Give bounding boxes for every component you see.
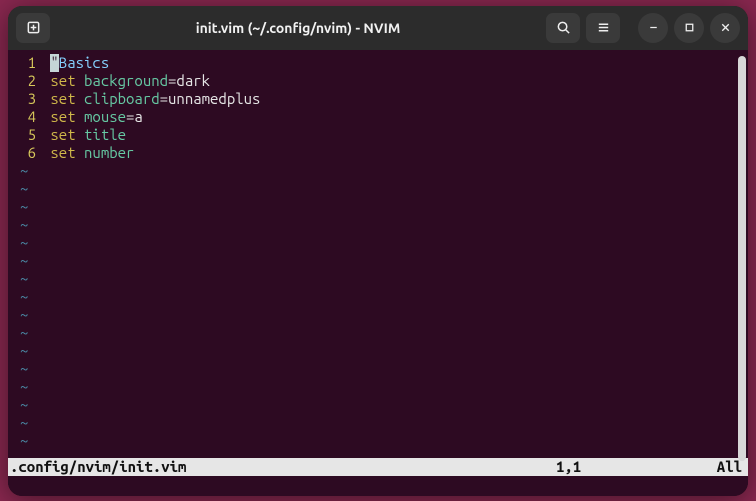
token-text: [76, 126, 84, 144]
maximize-button[interactable]: [674, 13, 704, 43]
token-comment: Basics: [59, 54, 109, 72]
token-keyword: set: [50, 72, 75, 90]
window-title: init.vim (~/.config/nvim) - NVIM: [56, 20, 540, 36]
empty-line: ~: [8, 216, 748, 234]
line-number: 2: [8, 72, 42, 90]
status-bar: .config/nvim/init.vim 1,1 All: [8, 458, 748, 476]
line-number: 5: [8, 126, 42, 144]
token-text: [76, 108, 84, 126]
close-button[interactable]: [710, 13, 740, 43]
new-tab-button[interactable]: [16, 13, 50, 43]
token-option: mouse: [84, 108, 126, 126]
empty-line: ~: [8, 162, 748, 180]
empty-line: ~: [8, 324, 748, 342]
scrollbar[interactable]: [738, 56, 746, 461]
titlebar: init.vim (~/.config/nvim) - NVIM: [8, 6, 748, 50]
empty-line: ~: [8, 180, 748, 198]
token-keyword: set: [50, 144, 75, 162]
empty-line: ~: [8, 432, 748, 450]
empty-line: ~: [8, 288, 748, 306]
search-button[interactable]: [546, 13, 580, 43]
empty-line: ~: [8, 270, 748, 288]
editor-content[interactable]: 1 "Basics2 set background=dark3 set clip…: [8, 50, 748, 458]
empty-line: ~: [8, 234, 748, 252]
token-text: [76, 90, 84, 108]
command-line[interactable]: [8, 476, 748, 496]
empty-line: ~: [8, 396, 748, 414]
code-line[interactable]: 4 set mouse=a: [8, 108, 748, 126]
terminal-window: init.vim (~/.config/nvim) - NVIM 1 "Basi…: [8, 6, 748, 496]
token-option: number: [84, 144, 134, 162]
empty-line: ~: [8, 306, 748, 324]
empty-line: ~: [8, 252, 748, 270]
token-cursor: ": [50, 54, 58, 72]
token-keyword: set: [50, 108, 75, 126]
empty-line: ~: [8, 378, 748, 396]
status-file-path: .config/nvim/init.vim: [8, 458, 556, 476]
line-number: 1: [8, 54, 42, 72]
token-text: =unnamedplus: [160, 90, 261, 108]
status-cursor-pos: 1,1: [556, 458, 696, 476]
empty-line: ~: [8, 342, 748, 360]
empty-line: ~: [8, 198, 748, 216]
code-line[interactable]: 2 set background=dark: [8, 72, 748, 90]
code-line[interactable]: 5 set title: [8, 126, 748, 144]
token-option: title: [84, 126, 126, 144]
code-line[interactable]: 3 set clipboard=unnamedplus: [8, 90, 748, 108]
token-option: clipboard: [84, 90, 160, 108]
minimize-button[interactable]: [638, 13, 668, 43]
empty-line: ~: [8, 414, 748, 432]
token-text: [76, 72, 84, 90]
token-text: [76, 144, 84, 162]
token-text: =a: [126, 108, 143, 126]
token-text: =dark: [168, 72, 210, 90]
line-number: 3: [8, 90, 42, 108]
token-keyword: set: [50, 90, 75, 108]
code-line[interactable]: 1 "Basics: [8, 54, 748, 72]
token-option: background: [84, 72, 168, 90]
code-line[interactable]: 6 set number: [8, 144, 748, 162]
empty-line: ~: [8, 360, 748, 378]
token-keyword: set: [50, 126, 75, 144]
line-number: 4: [8, 108, 42, 126]
menu-button[interactable]: [586, 13, 620, 43]
editor-area[interactable]: 1 "Basics2 set background=dark3 set clip…: [8, 50, 748, 496]
line-number: 6: [8, 144, 42, 162]
